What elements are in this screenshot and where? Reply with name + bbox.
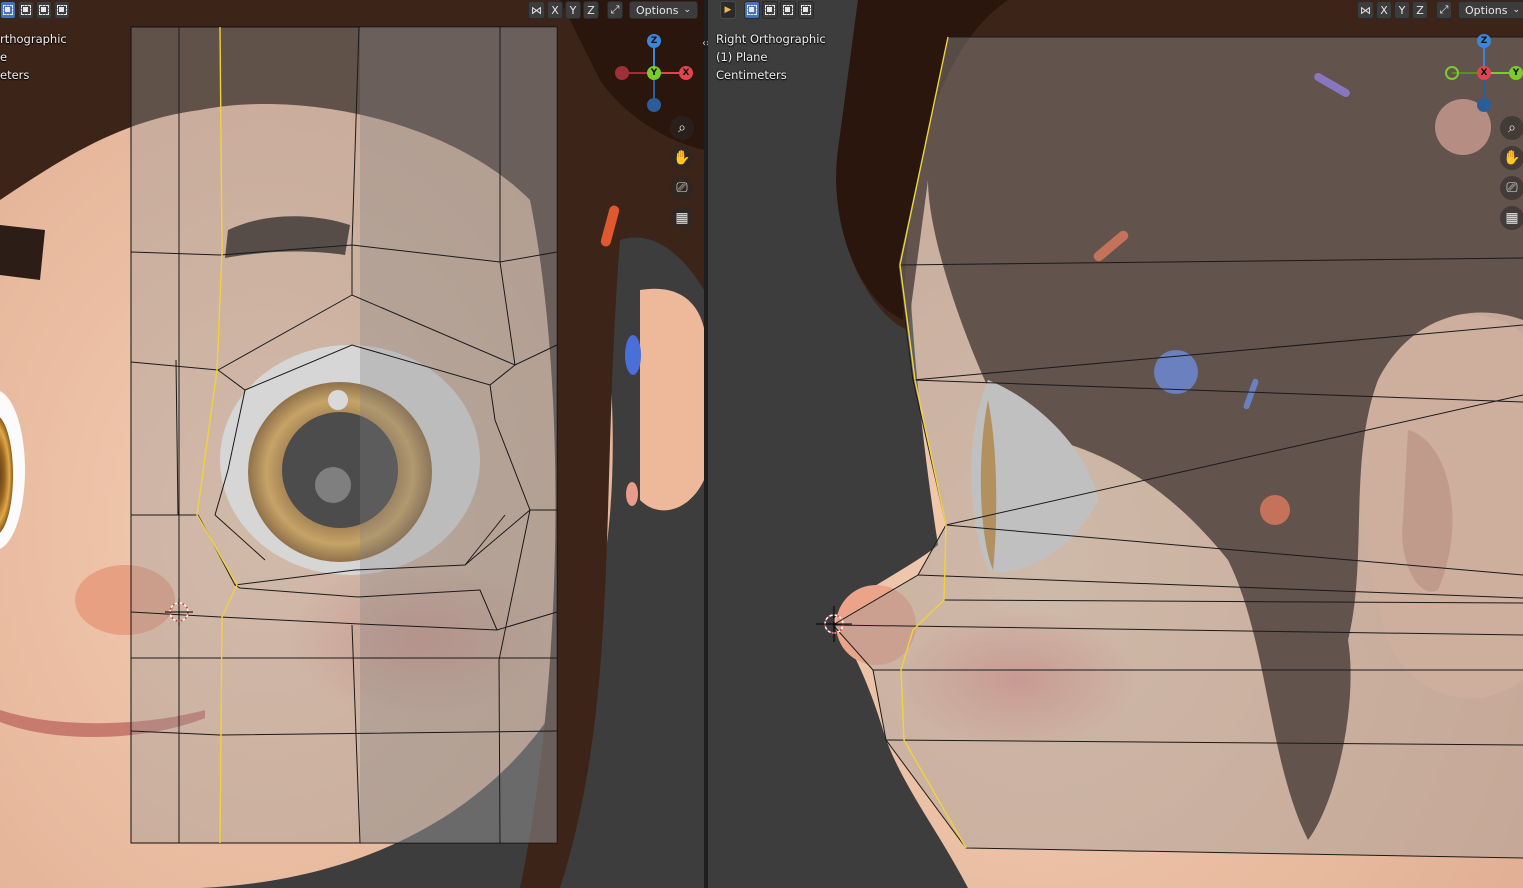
mirror-x-button[interactable]: X — [1376, 1, 1392, 19]
header-right-tools: ⋈ X Y Z ⤢ Options ⌄ — [1357, 1, 1523, 19]
gizmo-z-axis[interactable]: Z — [647, 34, 661, 48]
select-mode-extend-button[interactable] — [762, 1, 778, 19]
select-subtract-icon — [39, 5, 49, 15]
selection-mode-buttons — [0, 1, 70, 19]
select-extend-icon — [765, 5, 775, 15]
header-right-tools: ⋈ X Y Z ⤢ Options ⌄ — [528, 1, 698, 19]
select-mode-invert-button[interactable] — [54, 1, 70, 19]
chevron-down-icon: ⌄ — [683, 5, 691, 15]
hand-icon[interactable]: ✋ — [1500, 146, 1523, 170]
mirror-x-button[interactable]: X — [547, 1, 563, 19]
mirror-icon: ⋈ — [1360, 3, 1371, 17]
select-mode-subtract-button[interactable] — [780, 1, 796, 19]
view-name-text: Right Orthographic — [716, 32, 826, 46]
select-mode-new-button[interactable] — [0, 1, 16, 19]
gizmo-y-axis[interactable]: Y — [1509, 66, 1523, 80]
select-mode-extend-button[interactable] — [18, 1, 34, 19]
navigation-gizmo[interactable]: Z Y X — [612, 32, 696, 114]
select-extend-icon — [21, 5, 31, 15]
options-dropdown[interactable]: Options ⌄ — [629, 1, 698, 19]
select-new-icon — [3, 5, 13, 15]
hand-icon[interactable]: ✋ — [670, 146, 694, 170]
object-name-text: e — [0, 50, 8, 64]
selection-mode-buttons: ▶ — [720, 1, 814, 19]
cursor-tool-icon: ▶ — [724, 5, 732, 15]
zoom-icon[interactable]: ⌕ — [670, 116, 694, 140]
select-new-icon — [747, 5, 757, 15]
proportional-edit-button[interactable]: ⤢ — [607, 1, 623, 19]
gizmo-neg-x-axis[interactable] — [615, 66, 629, 80]
select-invert-icon — [57, 5, 67, 15]
tool-select-button[interactable]: ▶ — [720, 1, 736, 19]
gizmo-x-axis[interactable]: X — [1477, 66, 1491, 80]
viewport-info-text: Right Orthographic (1) Plane Centimeters — [716, 30, 826, 84]
gizmo-neg-z-axis[interactable] — [647, 98, 661, 112]
camera-icon[interactable]: ⎚ — [670, 176, 694, 200]
object-name-text: (1) Plane — [716, 50, 768, 64]
right-view-scene — [816, 0, 1523, 888]
viewport-front[interactable]: rthographic e eters ⋈ X Y Z ⤢ Options ⌄ … — [0, 0, 704, 888]
units-text: Centimeters — [716, 68, 787, 82]
mirror-y-button[interactable]: Y — [1394, 1, 1410, 19]
mirror-z-button[interactable]: Z — [583, 1, 599, 19]
select-invert-icon — [801, 5, 811, 15]
gizmo-z-axis[interactable]: Z — [1477, 34, 1491, 48]
mirror-y-button[interactable]: Y — [565, 1, 581, 19]
chevron-down-icon: ⌄ — [1512, 5, 1520, 15]
view-name-text: rthographic — [0, 32, 67, 46]
select-mode-new-button[interactable] — [744, 1, 760, 19]
viewport-info-text: rthographic e eters — [0, 30, 67, 84]
gizmo-neg-y-axis[interactable] — [1445, 66, 1459, 80]
gizmo-y-axis[interactable]: Y — [647, 66, 661, 80]
camera-icon[interactable]: ⎚ — [1500, 176, 1523, 200]
mirror-toggle-button[interactable]: ⋈ — [1357, 1, 1374, 19]
grid-icon[interactable]: ▦ — [670, 206, 694, 230]
mirror-toggle-button[interactable]: ⋈ — [528, 1, 545, 19]
options-label: Options — [1465, 3, 1508, 17]
options-label: Options — [636, 3, 679, 17]
select-mode-subtract-button[interactable] — [36, 1, 52, 19]
select-mode-invert-button[interactable] — [798, 1, 814, 19]
grid-icon[interactable]: ▦ — [1500, 206, 1523, 230]
viewport-right[interactable]: Right Orthographic (1) Plane Centimeters… — [708, 0, 1523, 888]
select-subtract-icon — [783, 5, 793, 15]
gizmo-neg-z-axis[interactable] — [1477, 98, 1491, 112]
units-text: eters — [0, 68, 30, 82]
options-dropdown[interactable]: Options ⌄ — [1458, 1, 1523, 19]
proportional-edit-icon: ⤢ — [1439, 3, 1449, 16]
mirror-icon: ⋈ — [531, 3, 542, 17]
front-view-scene — [0, 0, 704, 888]
mirror-z-button[interactable]: Z — [1412, 1, 1428, 19]
proportional-edit-icon: ⤢ — [610, 3, 620, 16]
zoom-icon[interactable]: ⌕ — [1500, 116, 1523, 140]
proportional-edit-button[interactable]: ⤢ — [1436, 1, 1452, 19]
navigation-gizmo[interactable]: Z X Y — [1442, 32, 1523, 114]
gizmo-x-axis[interactable]: X — [679, 66, 693, 80]
